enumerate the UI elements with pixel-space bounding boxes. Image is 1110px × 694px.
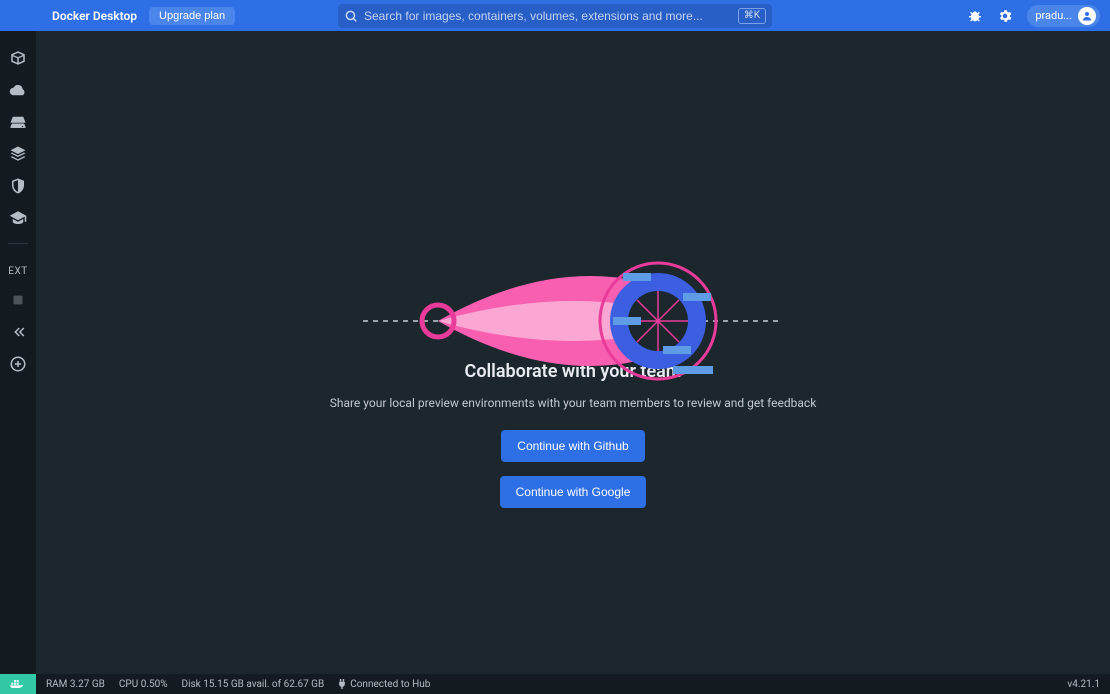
- containers-icon[interactable]: [9, 49, 27, 67]
- search-icon: [344, 9, 358, 23]
- account-menu[interactable]: pradu...: [1027, 5, 1100, 27]
- whale-icon: [10, 678, 26, 690]
- layers-icon[interactable]: [9, 145, 27, 163]
- cloud-icon[interactable]: [9, 81, 27, 99]
- disk-status: Disk 15.15 GB avail. of 62.67 GB: [182, 679, 325, 690]
- cpu-status: CPU 0.50%: [119, 679, 168, 690]
- titlebar: Docker Desktop Upgrade plan ⌘K pradu...: [0, 0, 1110, 31]
- shield-icon[interactable]: [9, 177, 27, 195]
- statusbar: RAM 3.27 GB CPU 0.50% Disk 15.15 GB avai…: [0, 674, 1110, 694]
- page-subtitle: Share your local preview environments wi…: [330, 396, 817, 410]
- drive-icon[interactable]: [9, 113, 27, 131]
- collaborate-illustration: [363, 251, 783, 391]
- global-search[interactable]: ⌘K: [338, 4, 772, 28]
- version-label: v4.21.1: [1067, 679, 1100, 690]
- bug-icon[interactable]: [967, 8, 983, 24]
- extension-item-icon[interactable]: [9, 291, 27, 309]
- gear-icon[interactable]: [997, 8, 1013, 24]
- header-actions: pradu...: [967, 5, 1100, 27]
- app-title: Docker Desktop: [52, 9, 137, 23]
- main-pane: Collaborate with your team Share your lo…: [36, 31, 1110, 674]
- sidebar: EXT: [0, 31, 36, 674]
- upgrade-plan-button[interactable]: Upgrade plan: [149, 7, 235, 25]
- user-icon: [1081, 10, 1093, 22]
- search-input[interactable]: [358, 9, 738, 23]
- ram-status: RAM 3.27 GB: [46, 679, 105, 690]
- collapse-icon[interactable]: [9, 323, 27, 341]
- hub-status: Connected to Hub: [338, 679, 430, 690]
- add-extension-icon[interactable]: [9, 355, 27, 373]
- plug-icon: [338, 679, 346, 689]
- avatar: [1078, 7, 1096, 25]
- continue-github-button[interactable]: Continue with Github: [501, 430, 644, 462]
- sidebar-divider: [8, 243, 28, 244]
- hub-status-label: Connected to Hub: [350, 679, 430, 690]
- continue-google-button[interactable]: Continue with Google: [500, 476, 647, 508]
- extensions-label: EXT: [8, 266, 27, 277]
- search-kbd-hint: ⌘K: [738, 8, 766, 24]
- username-label: pradu...: [1035, 9, 1072, 22]
- learn-icon[interactable]: [9, 209, 27, 227]
- engine-status[interactable]: [0, 674, 36, 694]
